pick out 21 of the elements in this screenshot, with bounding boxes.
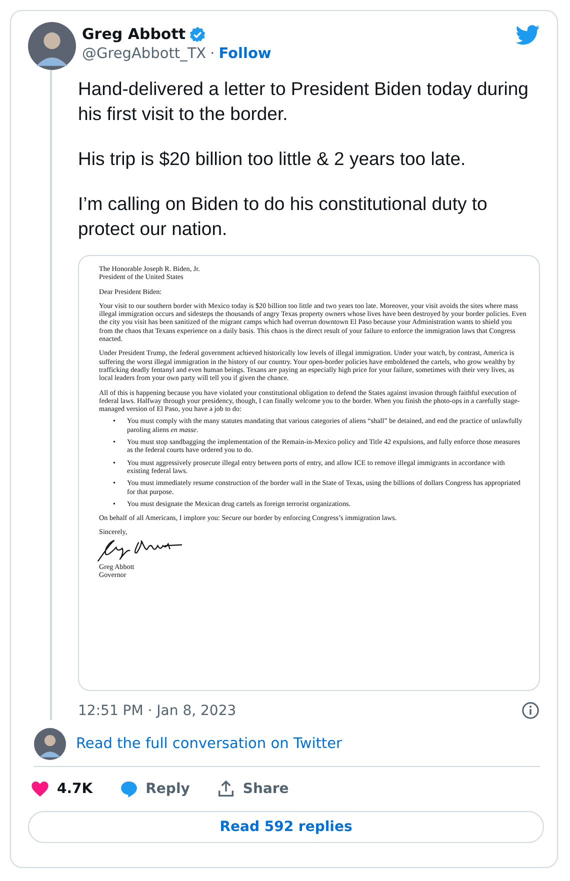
reply-button[interactable]: Reply <box>116 777 192 801</box>
author-name[interactable]: Greg Abbott <box>82 25 186 43</box>
share-icon <box>216 779 236 799</box>
heart-icon <box>30 779 50 799</box>
like-button[interactable]: 4.7K <box>28 777 95 801</box>
speech-bubble-icon <box>118 779 139 799</box>
info-icon[interactable] <box>521 701 540 720</box>
separator-dot: · <box>210 46 215 62</box>
conversation-link[interactable]: Read the full conversation on Twitter <box>76 736 342 752</box>
tweet-text: Hand-delivered a letter to President Biden today during his first visit to the border. <box>78 77 530 126</box>
letter-image[interactable] <box>78 255 540 691</box>
tweet-text: I’m calling on Biden to do his constitutional duty to protect our nation. <box>78 192 488 241</box>
share-button[interactable]: Share <box>214 777 291 801</box>
follow-link[interactable]: Follow <box>218 46 272 62</box>
avatar[interactable] <box>28 22 76 70</box>
author-handle[interactable]: @GregAbbott_TX <box>82 46 206 62</box>
read-replies-button[interactable]: Read 592 replies <box>28 811 544 843</box>
avatar[interactable] <box>34 728 66 760</box>
tweet-text: His trip is $20 billion too little & 2 years too late. <box>78 147 467 171</box>
timestamp-link[interactable]: 12:51 PM · Jan 8, 2023 <box>78 702 236 718</box>
bird-logo-icon[interactable] <box>516 25 540 45</box>
